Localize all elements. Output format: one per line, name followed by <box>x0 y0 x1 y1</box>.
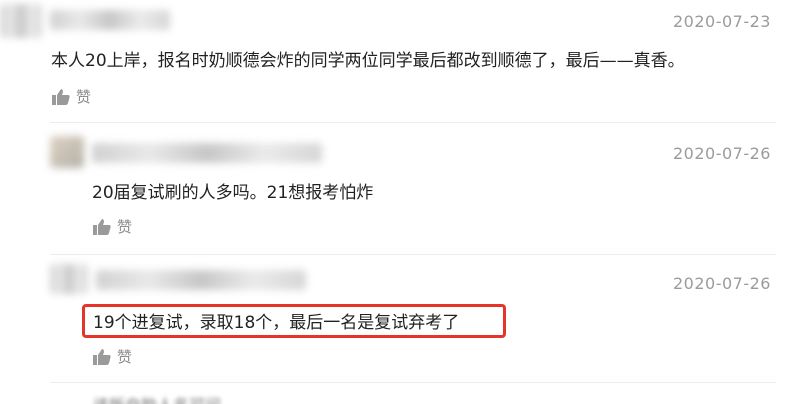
redacted-username <box>96 270 306 290</box>
next-comment-partial: 该版自助人名可问 <box>93 392 221 404</box>
divider <box>50 122 776 123</box>
thumbs-up-icon <box>93 348 111 365</box>
comment-text: 20届复试刷的人多吗。21想报考怕炸 <box>92 183 374 203</box>
comment-date: 2020-07-23 <box>673 12 771 31</box>
like-label: 赞 <box>76 88 92 106</box>
like-label: 赞 <box>117 218 133 236</box>
redacted-username <box>92 143 322 163</box>
comment-date: 2020-07-26 <box>673 144 771 163</box>
comment-date: 2020-07-26 <box>673 274 771 293</box>
like-label: 赞 <box>117 348 133 366</box>
redacted-username <box>50 10 170 30</box>
like-button[interactable]: 赞 <box>93 346 132 367</box>
redacted-avatar <box>50 264 88 294</box>
comment-text: 19个进复试，录取18个，最后一名是复试弃考了 <box>93 313 460 333</box>
redacted-avatar <box>50 136 84 168</box>
like-button[interactable]: 赞 <box>93 216 132 237</box>
divider <box>50 382 776 383</box>
thumbs-up-icon <box>52 88 70 105</box>
comment-list: 2020-07-23 本人20上岸，报名时奶顺德会炸的同学两位同学最后都改到顺德… <box>0 0 797 404</box>
comment-text: 本人20上岸，报名时奶顺德会炸的同学两位同学最后都改到顺德了，最后——真香。 <box>51 51 685 71</box>
like-button[interactable]: 赞 <box>52 86 91 107</box>
redacted-avatar <box>0 4 42 38</box>
thumbs-up-icon <box>93 218 111 235</box>
divider <box>50 254 776 255</box>
